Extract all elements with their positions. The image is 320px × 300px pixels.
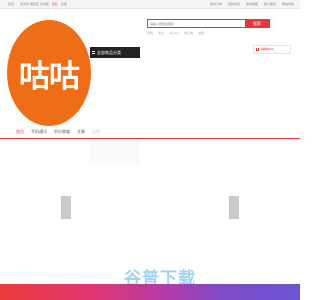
search-box: 搜索 bbox=[147, 19, 270, 28]
nav-item-brands[interactable]: 品牌 bbox=[92, 129, 100, 135]
location-label: 送至： bbox=[8, 2, 18, 6]
menu-icon bbox=[92, 51, 95, 54]
top-link-sitemap[interactable]: 网站导航 bbox=[282, 2, 294, 6]
hot-keywords: 手机 牛奶 iphone 笔记本 衣服 bbox=[147, 31, 208, 35]
all-categories-label: 全部商品分类 bbox=[97, 50, 121, 55]
top-link-history[interactable]: 我的浏览 bbox=[228, 2, 240, 6]
cart-button[interactable]: 购物车(0) bbox=[253, 45, 291, 54]
carousel-prev-button[interactable] bbox=[61, 196, 71, 219]
nav-item-home[interactable]: 首页 bbox=[16, 129, 24, 135]
main-nav: 首页 手机通讯 积分商城 文章 品牌 bbox=[0, 126, 300, 139]
carousel-next-button[interactable] bbox=[229, 196, 239, 219]
cart-icon bbox=[256, 48, 259, 51]
site-logo[interactable]: 咕咕 bbox=[7, 20, 91, 126]
all-categories-button[interactable]: 全部商品分类 bbox=[90, 47, 140, 58]
top-link-service[interactable]: 客户服务 bbox=[264, 2, 276, 6]
promo-banner-strip[interactable] bbox=[0, 284, 300, 300]
top-link-orders[interactable]: 我的订单 bbox=[210, 2, 222, 6]
nav-item-articles[interactable]: 文章 bbox=[77, 129, 85, 135]
logo-text: 咕咕 bbox=[19, 58, 80, 95]
hotword-link[interactable]: 衣服 bbox=[198, 31, 204, 35]
register-link[interactable]: 注册 bbox=[61, 2, 67, 6]
top-bar-links: 我的订单 我的浏览 我的收藏 客户服务 网站导航 bbox=[205, 1, 294, 7]
login-link[interactable]: 您好 bbox=[52, 2, 58, 6]
search-button[interactable]: 搜索 bbox=[245, 19, 269, 28]
nav-item-points-mall[interactable]: 积分商城 bbox=[54, 129, 70, 135]
cart-label: 购物车(0) bbox=[261, 47, 275, 51]
hotword-link[interactable]: 笔记本 bbox=[184, 31, 193, 35]
hotword-link[interactable]: 手机 bbox=[147, 31, 153, 35]
nav-item-phones[interactable]: 手机通讯 bbox=[31, 129, 47, 135]
top-bar: 送至： 北京市 朝阳区 东城区 您好 注册 我的订单 我的浏览 我的收藏 客户服… bbox=[0, 0, 300, 9]
hotword-link[interactable]: 牛奶 bbox=[158, 31, 164, 35]
category-dropdown-panel bbox=[90, 139, 140, 163]
search-input[interactable] bbox=[148, 20, 246, 27]
top-link-favorites[interactable]: 我的收藏 bbox=[246, 2, 258, 6]
hotword-link[interactable]: iphone bbox=[169, 31, 179, 35]
location-value[interactable]: 北京市 朝阳区 东城区 bbox=[20, 2, 49, 6]
top-bar-left: 送至： 北京市 朝阳区 东城区 您好 注册 bbox=[8, 1, 69, 7]
